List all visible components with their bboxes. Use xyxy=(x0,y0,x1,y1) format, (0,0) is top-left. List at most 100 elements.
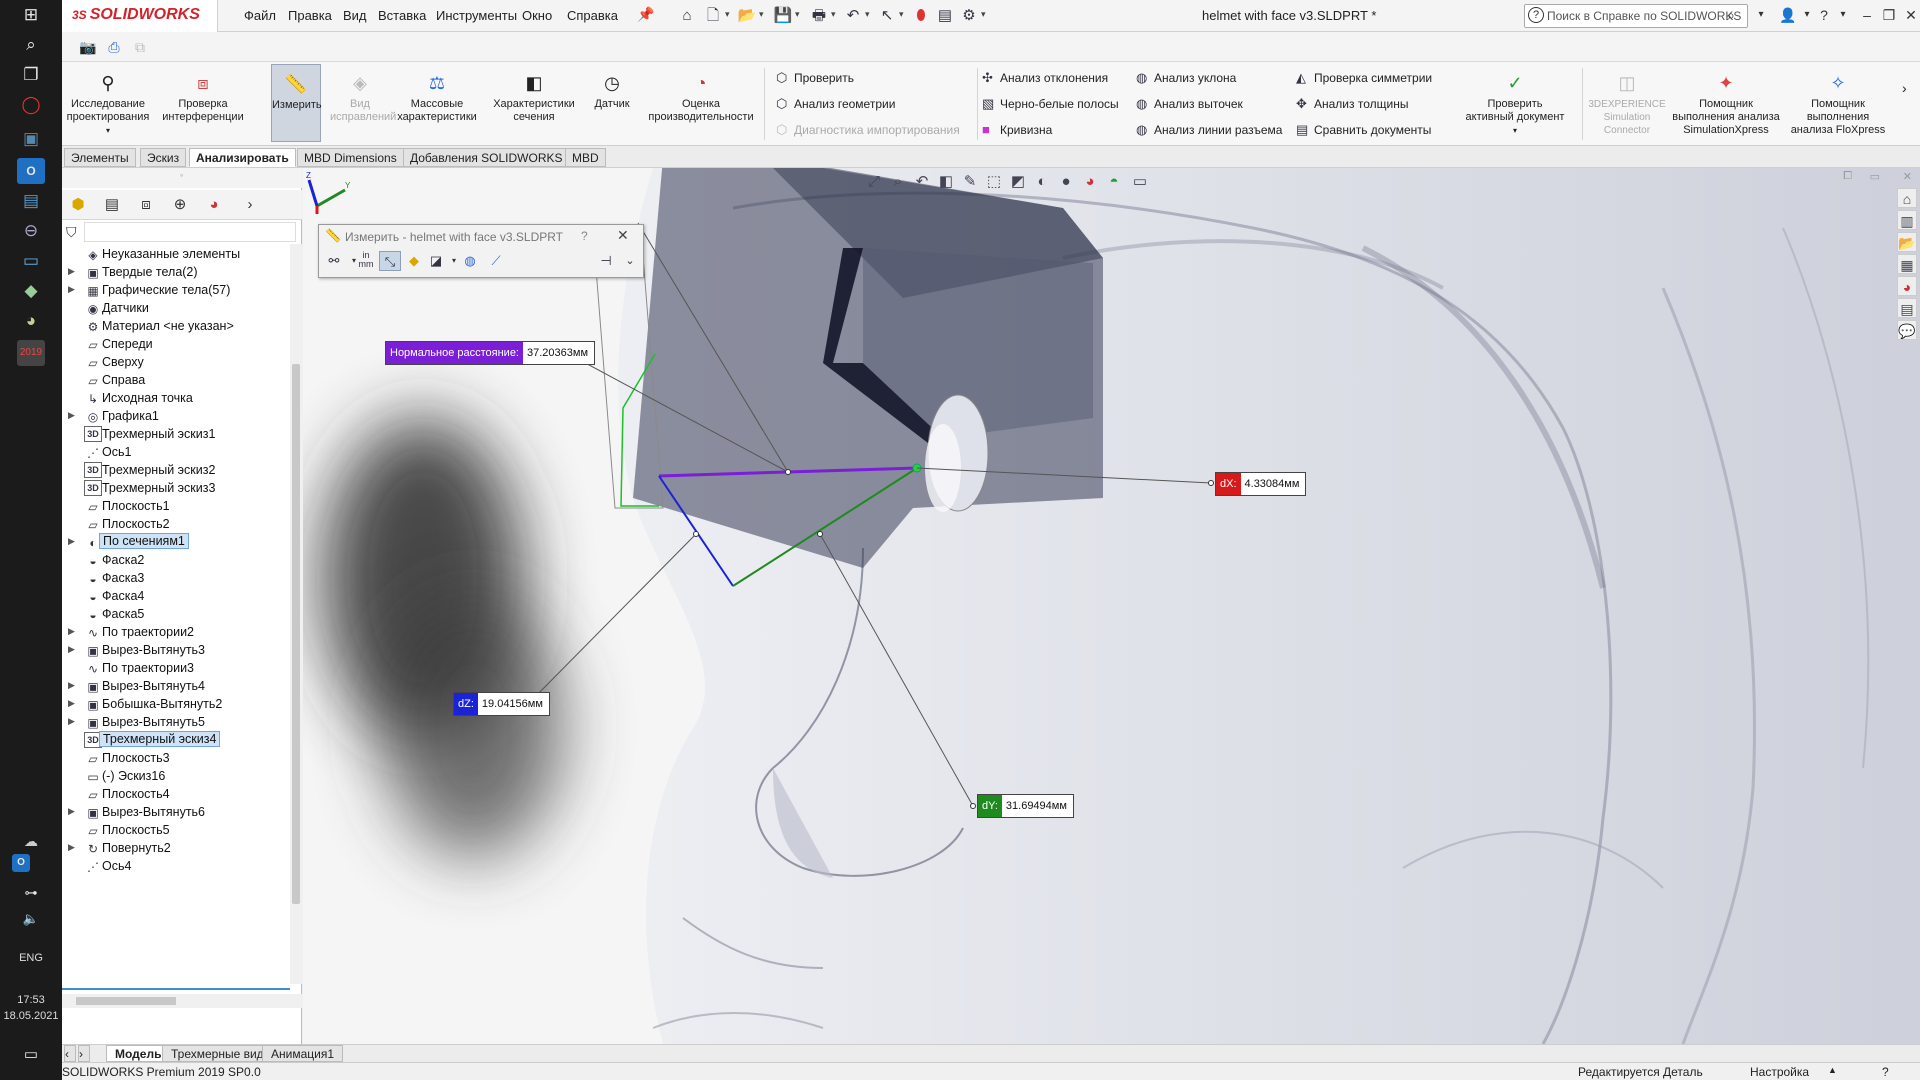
ribbon-more-icon[interactable]: › xyxy=(1902,80,1907,96)
outlook-tray-icon[interactable]: O xyxy=(12,854,30,872)
display-manager-tab-icon[interactable]: ◕ xyxy=(200,194,228,216)
help-dropdown-icon[interactable]: ▾ xyxy=(1832,4,1854,26)
view-palette-icon[interactable]: ▦ xyxy=(1897,254,1917,274)
graphics-area[interactable]: ⤢ ⌕ ↶ ◧ ✎ ⬚ ◩ ◐ ● ◕ ◓ ▭ ⌂ ▥ 📂 ▦ ◕ ▤ 💬 ⧠ … xyxy=(303,168,1920,1044)
copy-icon[interactable]: ⧉ xyxy=(130,38,150,56)
task-view-icon[interactable]: ❐ xyxy=(17,62,45,88)
menu-file[interactable]: Файл xyxy=(244,8,276,23)
undo-dropdown-icon[interactable]: ▾ xyxy=(865,9,870,20)
configuration-manager-tab-icon[interactable]: ⧈ xyxy=(132,194,160,216)
rebuild-icon[interactable]: ⬮ xyxy=(910,6,932,26)
menu-help[interactable]: Справка xyxy=(567,8,618,23)
expand-arrow-icon[interactable]: ▶ xyxy=(68,284,75,295)
show-xyz-icon[interactable]: ◆ xyxy=(403,251,425,271)
app-icon[interactable]: ▣ xyxy=(17,126,45,152)
design-library-icon[interactable]: ▥ xyxy=(1897,210,1917,230)
scroll-thumb[interactable] xyxy=(76,997,176,1005)
save-icon[interactable]: 💾 xyxy=(772,6,794,26)
select-dropdown-icon[interactable]: ▾ xyxy=(899,9,904,20)
minimize-button[interactable]: – xyxy=(1856,4,1878,26)
expand-arrow-icon[interactable]: ▶ xyxy=(68,266,75,277)
home-resources-icon[interactable]: ⌂ xyxy=(1897,188,1917,208)
tree-item[interactable]: ⋰ Ось4 xyxy=(62,856,292,878)
tab-evaluate[interactable]: Анализировать xyxy=(189,148,296,167)
view-orientation-icon[interactable]: ⬚ xyxy=(983,172,1005,192)
parting-line-analysis-button[interactable]: ◍ Анализ линии разъема xyxy=(1136,122,1282,138)
expand-arrow-icon[interactable]: ▶ xyxy=(68,626,75,637)
appearances-icon[interactable]: ◕ xyxy=(1897,276,1917,296)
measure-dialog-title[interactable]: Измерить - helmet with face v3.SLDPRT xyxy=(345,230,563,244)
cloud-icon[interactable]: ☁ xyxy=(17,828,45,854)
pin-menu-icon[interactable]: 📌 xyxy=(637,6,654,23)
print-icon[interactable]: 🖶 xyxy=(808,6,830,26)
volume-icon[interactable]: 🔈 xyxy=(17,906,45,932)
zebra-stripes-button[interactable]: ▧ Черно-белые полосы xyxy=(982,96,1119,112)
status-help-icon[interactable]: ? xyxy=(1882,1065,1889,1079)
search-magnifier-icon[interactable]: ⌕ xyxy=(1727,7,1735,24)
check-active-document-button[interactable]: ✓ Проверить активный документ ▾ xyxy=(1452,72,1578,137)
outlook-icon[interactable]: O xyxy=(17,158,45,184)
expand-arrow-icon[interactable]: ▶ xyxy=(68,644,75,655)
undo-icon[interactable]: ↶ xyxy=(842,6,864,26)
curvature-button[interactable]: ■ Кривизна xyxy=(982,122,1052,137)
new-dropdown-icon[interactable]: ▾ xyxy=(725,9,730,20)
edit-appearance-icon[interactable]: ● xyxy=(1055,172,1077,192)
dialog-help-button[interactable]: ? xyxy=(581,229,588,243)
tab-animation1[interactable]: Анимация1 xyxy=(262,1045,344,1062)
viewport-restore-icon[interactable]: ⧠ xyxy=(1843,170,1852,183)
apply-scene-icon[interactable]: ◕ xyxy=(1079,172,1101,192)
viewport-maximize-icon[interactable]: ▭ xyxy=(1870,170,1880,183)
camera-icon[interactable]: 📷 xyxy=(78,38,98,56)
solidworks-logo[interactable]: 3S SOLIDWORKS xyxy=(72,6,200,24)
zoom-to-area-icon[interactable]: ⌕ xyxy=(887,172,909,192)
expand-arrow-icon[interactable]: ▶ xyxy=(68,536,75,547)
view-settings-icon[interactable]: ▭ xyxy=(1129,172,1151,192)
network-icon[interactable]: ⊶ xyxy=(17,880,45,906)
fix-view-button[interactable]: ◈ Вид исправлений xyxy=(330,72,396,124)
deviation-analysis-button[interactable]: ✣ Анализ отклонения xyxy=(982,70,1108,86)
simulationxpress-button[interactable]: ✦ Помощник выполнения анализа SimulationXp… xyxy=(1670,72,1782,137)
expand-arrow-icon[interactable]: ▶ xyxy=(68,716,75,727)
vpn-icon[interactable]: ⊖ xyxy=(17,218,45,244)
tab-sketch[interactable]: Эскиз xyxy=(140,148,187,167)
expand-dialog-icon[interactable]: ⌄ xyxy=(619,251,641,271)
menu-window[interactable]: Окно xyxy=(522,8,552,23)
language-indicator[interactable]: ENG xyxy=(0,952,62,964)
previous-view-icon[interactable]: ↶ xyxy=(911,172,933,192)
search-icon[interactable]: ⌕ xyxy=(17,32,45,58)
display-style-icon[interactable]: ◩ xyxy=(1007,172,1029,192)
scroll-thumb[interactable] xyxy=(292,364,300,904)
dimxpert-tab-icon[interactable]: ⊕ xyxy=(166,194,194,216)
game-icon[interactable]: ◕ xyxy=(17,308,45,334)
map-icon[interactable]: ◆ xyxy=(17,278,45,304)
property-manager-tab-icon[interactable]: ▤ xyxy=(98,194,126,216)
tabs-scroll-left-icon[interactable]: ‹ xyxy=(64,1045,76,1062)
arc-circle-measurements-icon[interactable]: ⚯ xyxy=(323,251,345,271)
menu-tools[interactable]: Инструменты xyxy=(436,8,517,23)
import-diagnostics-button[interactable]: ⬡ Диагностика импортирования xyxy=(776,122,960,138)
tab-features[interactable]: Элементы xyxy=(64,148,136,167)
monitor-icon[interactable]: ▭ xyxy=(17,248,45,274)
help-search-input[interactable]: ? Поиск в Справке по SOLIDWORKS ⌕ xyxy=(1524,4,1748,28)
expand-arrow-icon[interactable]: ▶ xyxy=(68,410,75,421)
tab-model[interactable]: Модель xyxy=(106,1045,171,1062)
open-dropdown-icon[interactable]: ▾ xyxy=(759,9,764,20)
forum-icon[interactable]: 💬 xyxy=(1897,320,1917,340)
dy-callout[interactable]: dY: 31.69494мм xyxy=(977,794,1074,818)
viewport-close-icon[interactable]: ✕ xyxy=(1903,170,1912,183)
point-to-point-icon[interactable]: ⤡ xyxy=(379,251,401,271)
measure-history-icon[interactable]: ◍ xyxy=(459,251,481,271)
symmetry-check-button[interactable]: ◭ Проверка симметрии xyxy=(1296,70,1432,86)
print-dropdown-icon[interactable]: ▾ xyxy=(831,9,836,20)
home-icon[interactable]: ⌂ xyxy=(676,6,698,26)
floxpress-button[interactable]: ✧ Помощник выполнения анализа FloXpress xyxy=(1786,72,1890,137)
tree-vertical-scrollbar[interactable] xyxy=(290,244,302,984)
clock-time[interactable]: 17:53 xyxy=(0,994,62,1006)
geometry-analysis-button[interactable]: ⬡ Анализ геометрии xyxy=(776,96,895,112)
panel-tabs-more-icon[interactable]: › xyxy=(236,194,264,216)
tabs-scroll-right-icon[interactable]: › xyxy=(78,1045,90,1062)
file-explorer-icon[interactable]: 📂 xyxy=(1897,232,1917,252)
draft-analysis-button[interactable]: ◍ Анализ уклона xyxy=(1136,70,1236,86)
windows-start-icon[interactable]: ⊞ xyxy=(17,2,45,28)
clock-date[interactable]: 18.05.2021 xyxy=(0,1010,62,1022)
